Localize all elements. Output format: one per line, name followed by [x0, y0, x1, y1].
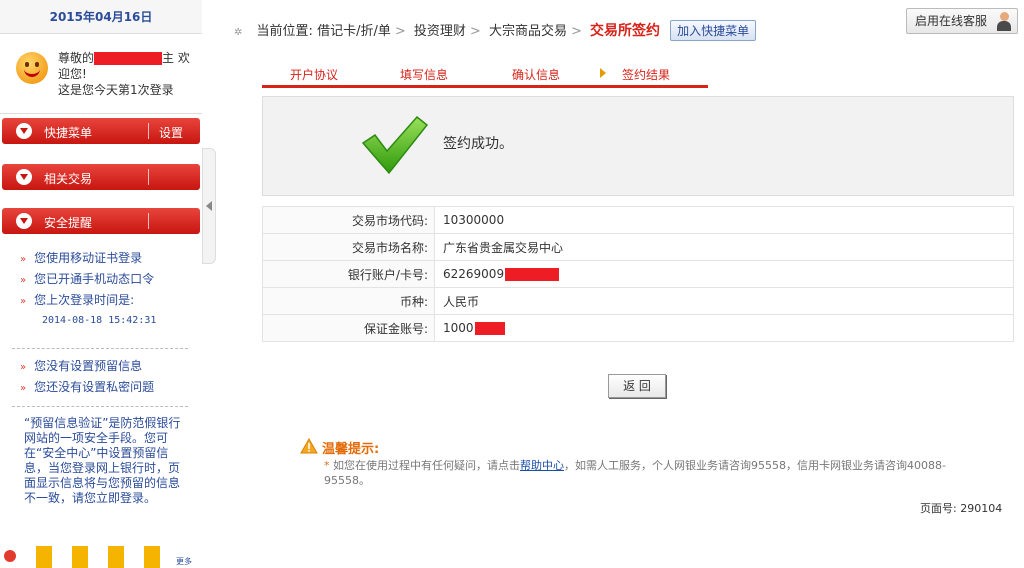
breadcrumb-item[interactable]: 投资理财	[414, 24, 466, 39]
table-row: 交易市场名称: 广东省贵金属交易中心	[262, 233, 1014, 261]
customer-service-icon	[997, 11, 1011, 31]
shortcut-icon[interactable]	[108, 546, 124, 568]
list-item[interactable]: » 您还没有设置私密问题	[20, 377, 198, 398]
contract-info-table: 交易市场代码: 10300000 交易市场名称: 广东省贵金属交易中心 银行账户…	[262, 206, 1014, 342]
account-value: 62269009	[443, 267, 505, 281]
margin-account-value: 1000	[443, 321, 474, 335]
step-fill-info: 填写信息	[400, 68, 449, 82]
margin-account-label: 保证金账号:	[262, 314, 435, 342]
table-row: 币种: 人民币	[262, 287, 1014, 315]
result-message: 签约成功。	[443, 136, 513, 152]
chevron-down-icon	[16, 169, 32, 185]
quick-menu-settings-link[interactable]: 设置	[159, 124, 183, 141]
list-item: » 您上次登录时间是:	[20, 293, 135, 307]
list-item[interactable]: » 您使用移动证书登录	[20, 248, 198, 269]
related-transactions-bar[interactable]: 相关交易	[2, 164, 200, 190]
account-label: 银行账户/卡号:	[262, 260, 435, 288]
tips-title: 温馨提示:	[322, 442, 380, 457]
location-label: 当前位置:	[256, 24, 313, 39]
page-number: 页面号: 290104	[920, 502, 1003, 515]
table-row: 银行账户/卡号: 62269009	[262, 260, 1014, 288]
breadcrumb-item[interactable]: 借记卡/折/单	[317, 24, 391, 39]
quick-menu-bar[interactable]: 快捷菜单 设置	[2, 118, 200, 144]
result-panel: 签约成功。	[262, 96, 1014, 196]
list-item[interactable]: » 您已开通手机动态口令	[20, 269, 198, 290]
shortcut-icon[interactable]	[4, 550, 16, 562]
breadcrumb-item[interactable]: 大宗商品交易	[489, 24, 567, 39]
left-sidebar: 2015年04月16日 尊敬的主 欢迎您! 这是您今天第1次登录 快捷菜单 设置…	[0, 0, 202, 568]
security-notice: “预留信息验证”是防范假银行网站的一项安全手段。您可在“安全中心”中设置预留信息…	[24, 416, 181, 505]
divider	[12, 406, 188, 407]
current-date: 2015年04月16日	[0, 0, 202, 34]
welcome-text: 尊敬的主 欢迎您! 这是您今天第1次登录	[58, 50, 198, 98]
add-to-quick-menu-button[interactable]: 加入快捷菜单	[670, 20, 757, 41]
shortcut-icon[interactable]	[144, 546, 160, 568]
breadcrumb-bullet-icon: ✲	[234, 27, 243, 38]
login-count: 这是您今天第1次登录	[58, 83, 174, 97]
chevron-down-icon	[16, 123, 32, 139]
more-link[interactable]: 更多	[176, 556, 192, 567]
redacted-account	[505, 268, 560, 281]
shortcut-icon[interactable]	[72, 546, 88, 568]
online-service-label: 启用在线客服	[915, 14, 988, 28]
table-row: 交易市场代码: 10300000	[262, 206, 1014, 234]
last-login-time: 2014-08-18 15:42:31	[42, 315, 157, 326]
security-reminder-bar[interactable]: 安全提醒	[2, 208, 200, 234]
progress-steps: 开户协议 填写信息 确认信息 签约结果	[262, 64, 708, 88]
welcome-prefix: 尊敬的	[58, 51, 95, 65]
step-agreement: 开户协议	[290, 68, 339, 82]
list-item[interactable]: » 您没有设置预留信息	[20, 356, 198, 377]
help-center-link[interactable]: 帮助中心	[520, 459, 564, 472]
main-content: ✲ 当前位置: 借记卡/折/单 > 投资理财 > 大宗商品交易 > 交易所签约 加入快…	[226, 0, 1024, 568]
step-confirm-info: 确认信息	[512, 68, 561, 82]
security-list: » 您使用移动证书登录 » 您已开通手机动态口令 » 您上次登录时间是: 2014-0…	[20, 248, 198, 331]
divider	[12, 348, 188, 349]
chevron-down-icon	[16, 213, 32, 229]
shortcut-icon[interactable]	[36, 546, 52, 568]
market-code-value: 10300000	[434, 206, 1014, 234]
sidebar-collapse-handle[interactable]	[202, 148, 216, 264]
checkmark-icon	[361, 115, 429, 175]
online-service-button[interactable]: 启用在线客服	[906, 8, 1018, 34]
current-step-arrow-icon	[600, 68, 606, 78]
security-reminder-label: 安全提醒	[44, 216, 93, 230]
bottom-shortcut-icons: 更多	[0, 542, 202, 568]
warning-icon	[300, 438, 318, 454]
redacted-name	[94, 52, 163, 65]
market-code-label: 交易市场代码:	[262, 206, 435, 234]
table-row: 保证金账号: 1000	[262, 314, 1014, 342]
related-transactions-label: 相关交易	[44, 172, 93, 186]
currency-label: 币种:	[262, 287, 435, 315]
smiley-avatar-icon	[16, 52, 48, 84]
quick-menu-label: 快捷菜单	[44, 126, 93, 140]
return-button[interactable]: 返 回	[608, 374, 666, 398]
market-name-value: 广东省贵金属交易中心	[434, 233, 1014, 261]
breadcrumb-current: 交易所签约	[590, 23, 660, 39]
security-setup-list: » 您没有设置预留信息 » 您还没有设置私密问题	[20, 356, 198, 398]
breadcrumb: ✲ 当前位置: 借记卡/折/单 > 投资理财 > 大宗商品交易 > 交易所签约 加入快…	[234, 20, 757, 41]
currency-value: 人民币	[434, 287, 1014, 315]
redacted-margin-account	[474, 322, 505, 335]
market-name-label: 交易市场名称:	[262, 233, 435, 261]
tips-body: * 如您在使用过程中有任何疑问，请点击帮助中心，如需人工服务，个人网银业务请咨询…	[324, 459, 946, 487]
step-result: 签约结果	[600, 66, 670, 83]
welcome-panel: 尊敬的主 欢迎您! 这是您今天第1次登录	[0, 34, 202, 114]
